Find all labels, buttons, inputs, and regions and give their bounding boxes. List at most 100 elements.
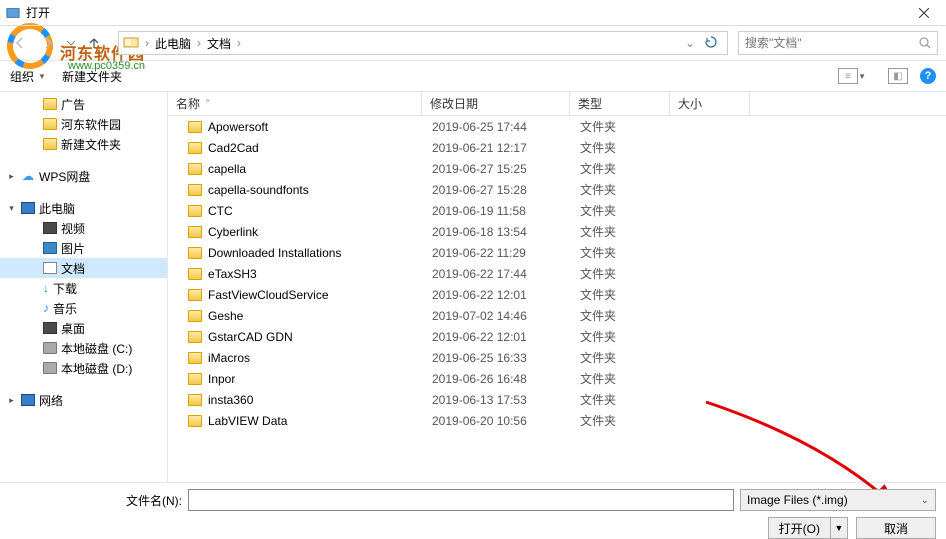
window-title: 打开 [26, 4, 50, 21]
file-name: capella-soundfonts [208, 183, 309, 197]
up-button[interactable] [82, 31, 106, 55]
file-date: 2019-06-25 16:33 [426, 351, 574, 365]
address-dropdown[interactable]: ⌄ [681, 36, 699, 50]
table-row[interactable]: Inpor2019-06-26 16:48文件夹 [168, 368, 946, 389]
file-date: 2019-06-27 15:25 [426, 162, 574, 176]
file-name: Geshe [208, 309, 243, 323]
table-row[interactable]: Geshe2019-07-02 14:46文件夹 [168, 305, 946, 326]
col-date[interactable]: 修改日期 [422, 92, 570, 115]
sidebar-item-1[interactable]: 图片 [0, 238, 167, 258]
table-row[interactable]: Downloaded Installations2019-06-22 11:29… [168, 242, 946, 263]
file-date: 2019-06-13 17:53 [426, 393, 574, 407]
file-name: Apowersoft [208, 120, 268, 134]
sidebar-item-quick-2[interactable]: 新建文件夹 [0, 134, 167, 154]
help-button[interactable]: ? [920, 68, 936, 84]
file-list[interactable]: Apowersoft2019-06-25 17:44文件夹 Cad2Cad 2019… [168, 116, 946, 482]
download-icon: ↓ [43, 281, 49, 295]
document-icon [43, 262, 57, 274]
sidebar-item-wps[interactable]: ▸☁WPS网盘 [0, 166, 167, 186]
file-name: eTaxSH3 [208, 267, 257, 281]
sidebar-item-pc[interactable]: ▾此电脑 [0, 198, 167, 218]
music-icon: ♪ [43, 301, 49, 315]
table-row[interactable]: Cad2Cad2019-06-21 12:17文件夹 [168, 137, 946, 158]
table-row[interactable]: CTC 2019-06-19 11:58文件夹 [168, 200, 946, 221]
table-row[interactable]: capella2019-06-27 15:25文件夹 [168, 158, 946, 179]
col-name[interactable]: 名称 ⌃ [168, 92, 422, 115]
organize-menu[interactable]: 组织 ▼ [10, 68, 46, 85]
folder-icon [43, 222, 57, 234]
network-icon [21, 394, 35, 406]
folder-icon [43, 98, 57, 110]
address-bar[interactable]: › 此电脑 › 文档 › ⌄ [118, 31, 728, 55]
file-type: 文件夹 [574, 202, 674, 219]
pc-icon [21, 202, 35, 214]
folder-icon [188, 142, 202, 154]
file-type: 文件夹 [574, 223, 674, 240]
sidebar-item-2[interactable]: 文档 [0, 258, 167, 278]
breadcrumb-pc[interactable]: 此电脑 [151, 33, 195, 54]
folder-icon [43, 118, 57, 130]
open-dropdown[interactable]: ▼ [831, 523, 847, 533]
sidebar-item-7[interactable]: 本地磁盘 (D:) [0, 358, 167, 378]
file-name: CTC [208, 204, 233, 218]
file-type: 文件夹 [574, 328, 674, 345]
table-row[interactable]: Apowersoft2019-06-25 17:44文件夹 [168, 116, 946, 137]
search-box[interactable] [738, 31, 938, 55]
file-type: 文件夹 [574, 307, 674, 324]
table-row[interactable]: eTaxSH32019-06-22 17:44文件夹 [168, 263, 946, 284]
file-date: 2019-06-22 12:01 [426, 288, 574, 302]
search-icon [919, 37, 931, 49]
sidebar-item-network[interactable]: ▸网络 [0, 390, 167, 410]
file-name: iMacros [208, 351, 250, 365]
sidebar-item-5[interactable]: 桌面 [0, 318, 167, 338]
col-type[interactable]: 类型 [570, 92, 670, 115]
close-button[interactable] [902, 0, 946, 26]
file-name: Cyberlink [208, 225, 258, 239]
preview-pane-button[interactable]: ◧ [888, 68, 908, 84]
view-details-button[interactable]: ≡▼ [838, 68, 858, 84]
folder-icon [43, 138, 57, 150]
file-type: 文件夹 [574, 349, 674, 366]
file-type: 文件夹 [574, 160, 674, 177]
file-date: 2019-06-19 11:58 [426, 204, 574, 218]
file-date: 2019-06-26 16:48 [426, 372, 574, 386]
titlebar: 打开 [0, 0, 946, 26]
sidebar: 广告河东软件园新建文件夹▸☁WPS网盘▾此电脑视频图片文档↓下载♪音乐桌面本地磁… [0, 92, 168, 482]
breadcrumb-folder[interactable]: 文档 [203, 33, 235, 54]
table-row[interactable]: insta3602019-06-13 17:53文件夹 [168, 389, 946, 410]
table-row[interactable]: GstarCAD GDN2019-06-22 12:01文件夹 [168, 326, 946, 347]
folder-icon [43, 242, 57, 254]
folder-icon [188, 163, 202, 175]
file-date: 2019-06-22 12:01 [426, 330, 574, 344]
sidebar-item-3[interactable]: ↓下载 [0, 278, 167, 298]
folder-icon [188, 247, 202, 259]
file-name: Inpor [208, 372, 235, 386]
file-type: 文件夹 [574, 118, 674, 135]
search-input[interactable] [745, 36, 919, 50]
sidebar-item-4[interactable]: ♪音乐 [0, 298, 167, 318]
folder-icon [188, 205, 202, 217]
open-button[interactable]: 打开(O)▼ [768, 517, 848, 539]
file-name: Cad2Cad [208, 141, 259, 155]
sidebar-item-0[interactable]: 视频 [0, 218, 167, 238]
sidebar-item-quick-1[interactable]: 河东软件园 [0, 114, 167, 134]
table-row[interactable]: FastViewCloudService2019-06-22 12:01文件夹 [168, 284, 946, 305]
table-row[interactable]: LabVIEW Data2019-06-20 10:56文件夹 [168, 410, 946, 431]
chevron-right-icon: › [235, 36, 243, 50]
recent-button[interactable] [64, 31, 78, 55]
forward-button[interactable] [36, 31, 60, 55]
back-button[interactable] [8, 31, 32, 55]
table-row[interactable]: capella-soundfonts2019-06-27 15:28文件夹 [168, 179, 946, 200]
sidebar-item-quick-0[interactable]: 广告 [0, 94, 167, 114]
filename-input[interactable] [188, 489, 734, 511]
drive-icon [43, 342, 57, 354]
table-row[interactable]: Cyberlink2019-06-18 13:54文件夹 [168, 221, 946, 242]
file-date: 2019-06-21 12:17 [426, 141, 574, 155]
sidebar-item-6[interactable]: 本地磁盘 (C:) [0, 338, 167, 358]
cancel-button[interactable]: 取消 [856, 517, 936, 539]
filetype-filter[interactable]: Image Files (*.img) [740, 489, 936, 511]
col-size[interactable]: 大小 [670, 92, 750, 115]
refresh-button[interactable] [699, 36, 723, 51]
folder-icon [188, 373, 202, 385]
table-row[interactable]: iMacros 2019-06-25 16:33文件夹 [168, 347, 946, 368]
